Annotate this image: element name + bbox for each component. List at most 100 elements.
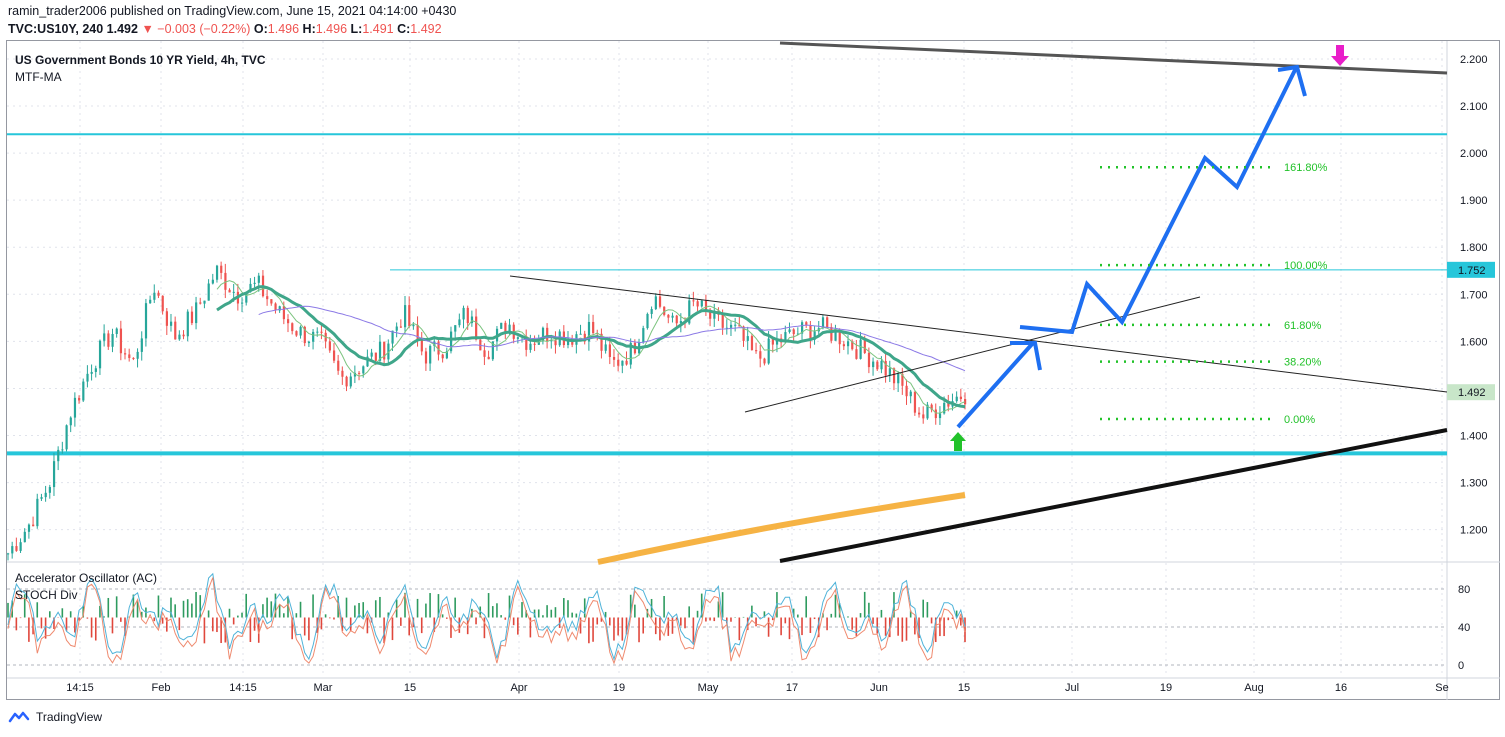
candle-body bbox=[604, 344, 607, 351]
candle-body bbox=[692, 300, 695, 302]
candle-body bbox=[98, 340, 102, 369]
candle-body bbox=[876, 361, 879, 370]
candle-body bbox=[90, 371, 93, 374]
time-tick-label: 14:15 bbox=[229, 682, 257, 694]
time-tick-label: Feb bbox=[152, 682, 171, 694]
time-tick-label: Apr bbox=[510, 682, 527, 694]
time-tick-label: 16 bbox=[1335, 682, 1347, 694]
candle-body bbox=[337, 360, 340, 371]
candle-body bbox=[307, 341, 311, 344]
buy-arrow-icon bbox=[950, 432, 966, 451]
candle-body bbox=[621, 360, 624, 366]
moving-averages bbox=[216, 280, 966, 565]
candle-body bbox=[608, 344, 611, 358]
candle-body bbox=[370, 352, 373, 357]
candle-body bbox=[826, 317, 829, 328]
candle-body bbox=[349, 376, 352, 387]
chart-title: US Government Bonds 10 YR Yield, 4h, TVC bbox=[15, 53, 266, 67]
candle-body bbox=[23, 531, 26, 543]
candle-body bbox=[257, 275, 260, 283]
candle-body bbox=[73, 397, 77, 418]
candle-body bbox=[863, 339, 866, 353]
oscillator-pane bbox=[7, 572, 1447, 666]
candle-body bbox=[617, 359, 620, 366]
last-price-label: 1.492 bbox=[1458, 387, 1486, 399]
candle-body bbox=[186, 311, 189, 337]
candle-body bbox=[199, 302, 202, 304]
candle-body bbox=[215, 265, 219, 280]
candle-body bbox=[190, 311, 194, 324]
candle-body bbox=[729, 324, 733, 328]
candle-body bbox=[500, 322, 503, 329]
price-tick-label: 1.900 bbox=[1460, 195, 1488, 207]
candle-body bbox=[345, 376, 348, 387]
candle-body bbox=[115, 328, 118, 334]
candle-body bbox=[94, 368, 97, 372]
candle-body bbox=[40, 497, 43, 499]
candle-body bbox=[52, 461, 56, 488]
candle-body bbox=[149, 299, 152, 304]
candle-body bbox=[922, 414, 925, 419]
candle-body bbox=[408, 305, 411, 327]
candle-body bbox=[282, 306, 286, 320]
candle-body bbox=[642, 328, 645, 343]
candle-body bbox=[65, 425, 68, 450]
price-tick-label: 1.700 bbox=[1460, 289, 1488, 301]
candle-body bbox=[15, 546, 18, 551]
candle-body bbox=[182, 334, 185, 337]
candle-body bbox=[671, 315, 674, 318]
chart-canvas[interactable]: 161.80% 100.00% 61.80% 38.20% 0.00% 2.200 2.1… bbox=[0, 0, 1505, 737]
candle-body bbox=[872, 361, 875, 368]
candle-body bbox=[458, 319, 461, 326]
candle-body bbox=[867, 352, 871, 368]
fib-level-label: 61.80% bbox=[1284, 320, 1322, 332]
time-tick-label: Mar bbox=[314, 682, 333, 694]
time-tick-label: Se bbox=[1435, 682, 1448, 694]
candle-body bbox=[241, 302, 244, 304]
candle-body bbox=[103, 333, 106, 341]
candle-body bbox=[888, 368, 891, 376]
time-tick-label: 14:15 bbox=[66, 682, 94, 694]
candle-body bbox=[27, 524, 31, 532]
footer[interactable]: TradingView bbox=[8, 710, 102, 724]
fib-level-label: 100.00% bbox=[1284, 260, 1328, 272]
candle-body bbox=[316, 331, 319, 333]
candle-body bbox=[362, 366, 365, 374]
candle-body bbox=[19, 542, 22, 551]
price-axis[interactable]: 2.2002.1002.0001.9001.8001.7001.6001.500… bbox=[1447, 54, 1495, 672]
time-tick-label: 19 bbox=[1160, 682, 1172, 694]
candle-body bbox=[763, 358, 766, 364]
projection-path bbox=[1019, 67, 1298, 335]
candle-body bbox=[328, 341, 331, 351]
candle-body bbox=[700, 300, 703, 307]
brand-name: TradingView bbox=[36, 710, 103, 724]
candle-body bbox=[842, 344, 846, 347]
candle-body bbox=[809, 325, 812, 340]
fib-level-label: 38.20% bbox=[1284, 357, 1322, 369]
fib-level-label: 161.80% bbox=[1284, 162, 1328, 174]
candle-body bbox=[174, 321, 177, 340]
oscillator-label: Accelerator Oscillator (AC) bbox=[15, 571, 158, 585]
candle-body bbox=[274, 303, 277, 311]
candle-body bbox=[299, 326, 302, 336]
candle-body bbox=[78, 397, 81, 401]
candle-body bbox=[880, 360, 883, 370]
triangle-lower-line bbox=[744, 296, 1201, 413]
candle-body bbox=[654, 296, 657, 310]
support-lines bbox=[7, 41, 1448, 563]
candle-body bbox=[395, 326, 398, 331]
candle-body bbox=[646, 313, 649, 329]
time-axis[interactable]: 14:15 Feb 14:15 Mar 15 Apr 19 May 17 Jun 15 Jul 19 Au… bbox=[66, 682, 1449, 694]
candle-body bbox=[667, 314, 670, 318]
candle-body bbox=[755, 350, 758, 352]
candle-body bbox=[767, 338, 770, 364]
candle-body bbox=[592, 321, 595, 333]
candle-body bbox=[153, 292, 156, 300]
candle-body bbox=[420, 340, 423, 352]
candle-body bbox=[165, 311, 169, 326]
candle-body bbox=[487, 356, 490, 360]
candle-body bbox=[859, 339, 862, 359]
candle-body bbox=[658, 296, 662, 307]
stoch-k-line bbox=[7, 572, 966, 661]
candle-body bbox=[69, 417, 72, 426]
